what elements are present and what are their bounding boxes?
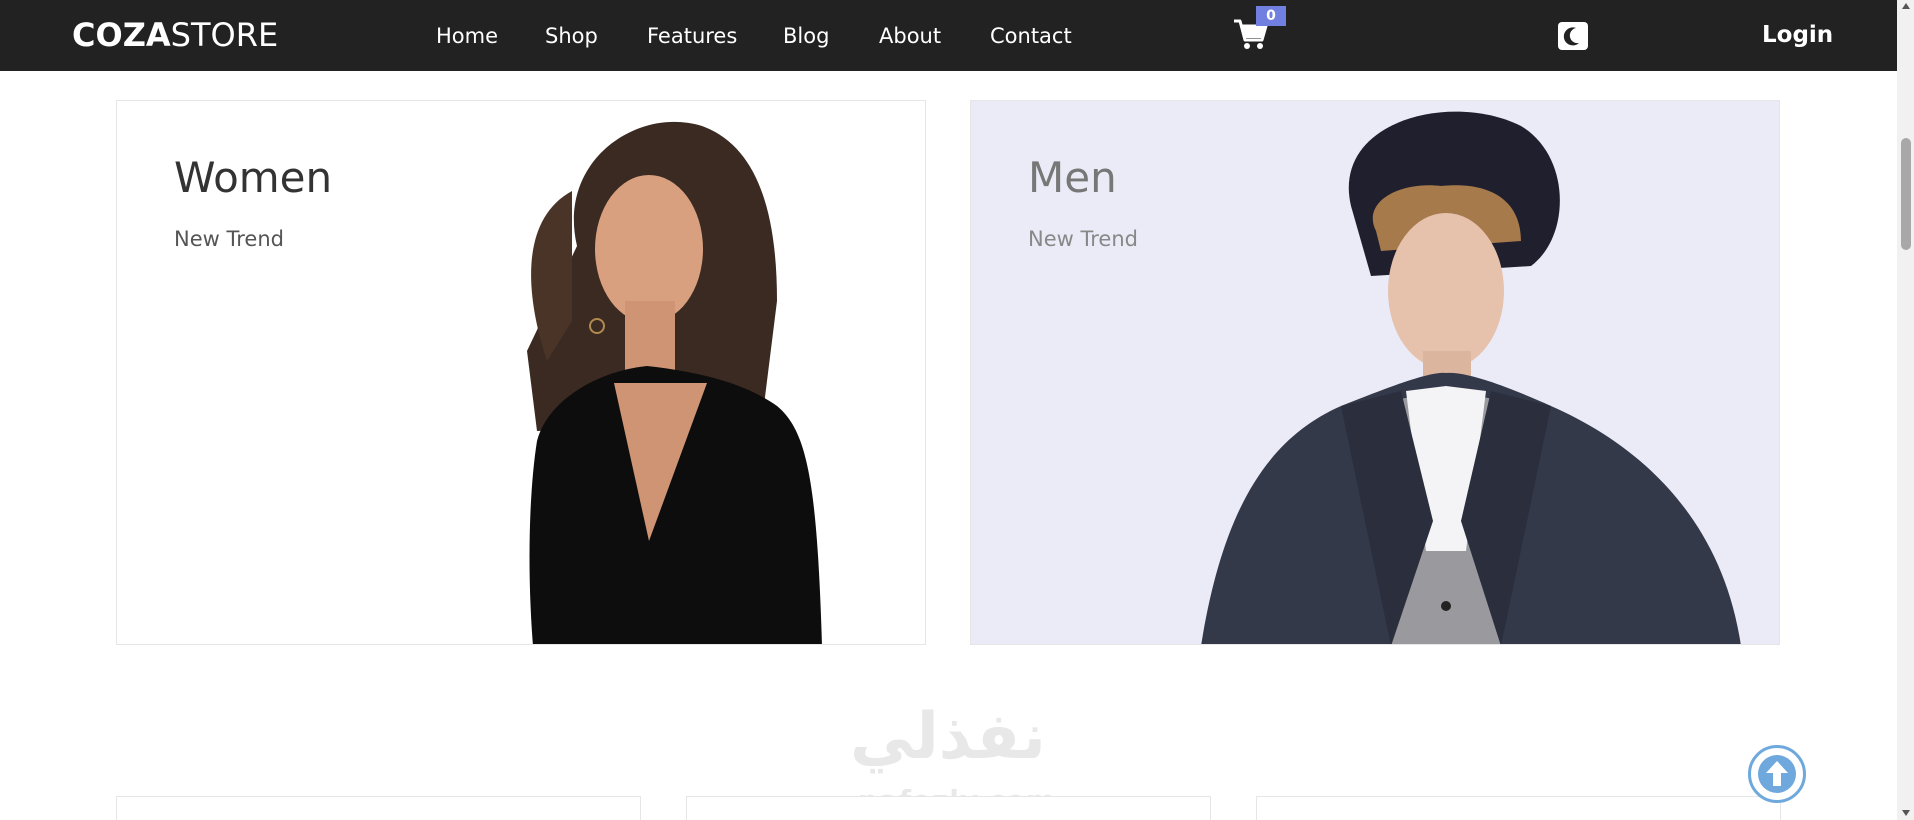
banner-title: Women (174, 153, 333, 202)
women-model-photo (527, 121, 822, 644)
top-navbar: COZASTORE Home Shop Features Blog About … (0, 0, 1897, 71)
watermark-arabic: نفذلي (850, 700, 1046, 774)
banner-subtitle: New Trend (174, 227, 284, 251)
scrollbar-thumb[interactable] (1901, 138, 1911, 250)
nav-shop[interactable]: Shop (545, 24, 598, 48)
back-to-top-button[interactable] (1748, 745, 1806, 803)
scroll-down-arrow-icon[interactable] (1902, 810, 1910, 816)
scroll-up-arrow-icon[interactable] (1902, 3, 1910, 9)
product-card[interactable] (116, 796, 641, 820)
product-card[interactable] (1256, 796, 1781, 820)
login-button[interactable]: Login (1762, 22, 1833, 48)
moon-icon (1563, 27, 1579, 46)
page-scrollbar[interactable] (1897, 0, 1914, 820)
banner-women[interactable]: Women New Trend (116, 100, 926, 645)
theme-toggle-button[interactable] (1558, 22, 1588, 50)
nav-home[interactable]: Home (436, 24, 498, 48)
nav-contact[interactable]: Contact (990, 24, 1072, 48)
men-model-photo (1201, 111, 1741, 644)
site-logo[interactable]: COZASTORE (72, 16, 278, 54)
nav-about[interactable]: About (879, 24, 941, 48)
nav-features[interactable]: Features (647, 24, 737, 48)
banner-men[interactable]: Men New Trend (970, 100, 1780, 645)
arrow-up-icon (1758, 755, 1796, 793)
banner-subtitle: New Trend (1028, 227, 1138, 251)
nav-blog[interactable]: Blog (783, 24, 829, 48)
cart-count-badge: 0 (1256, 6, 1286, 26)
banner-title: Men (1028, 153, 1117, 202)
product-card[interactable] (686, 796, 1211, 820)
